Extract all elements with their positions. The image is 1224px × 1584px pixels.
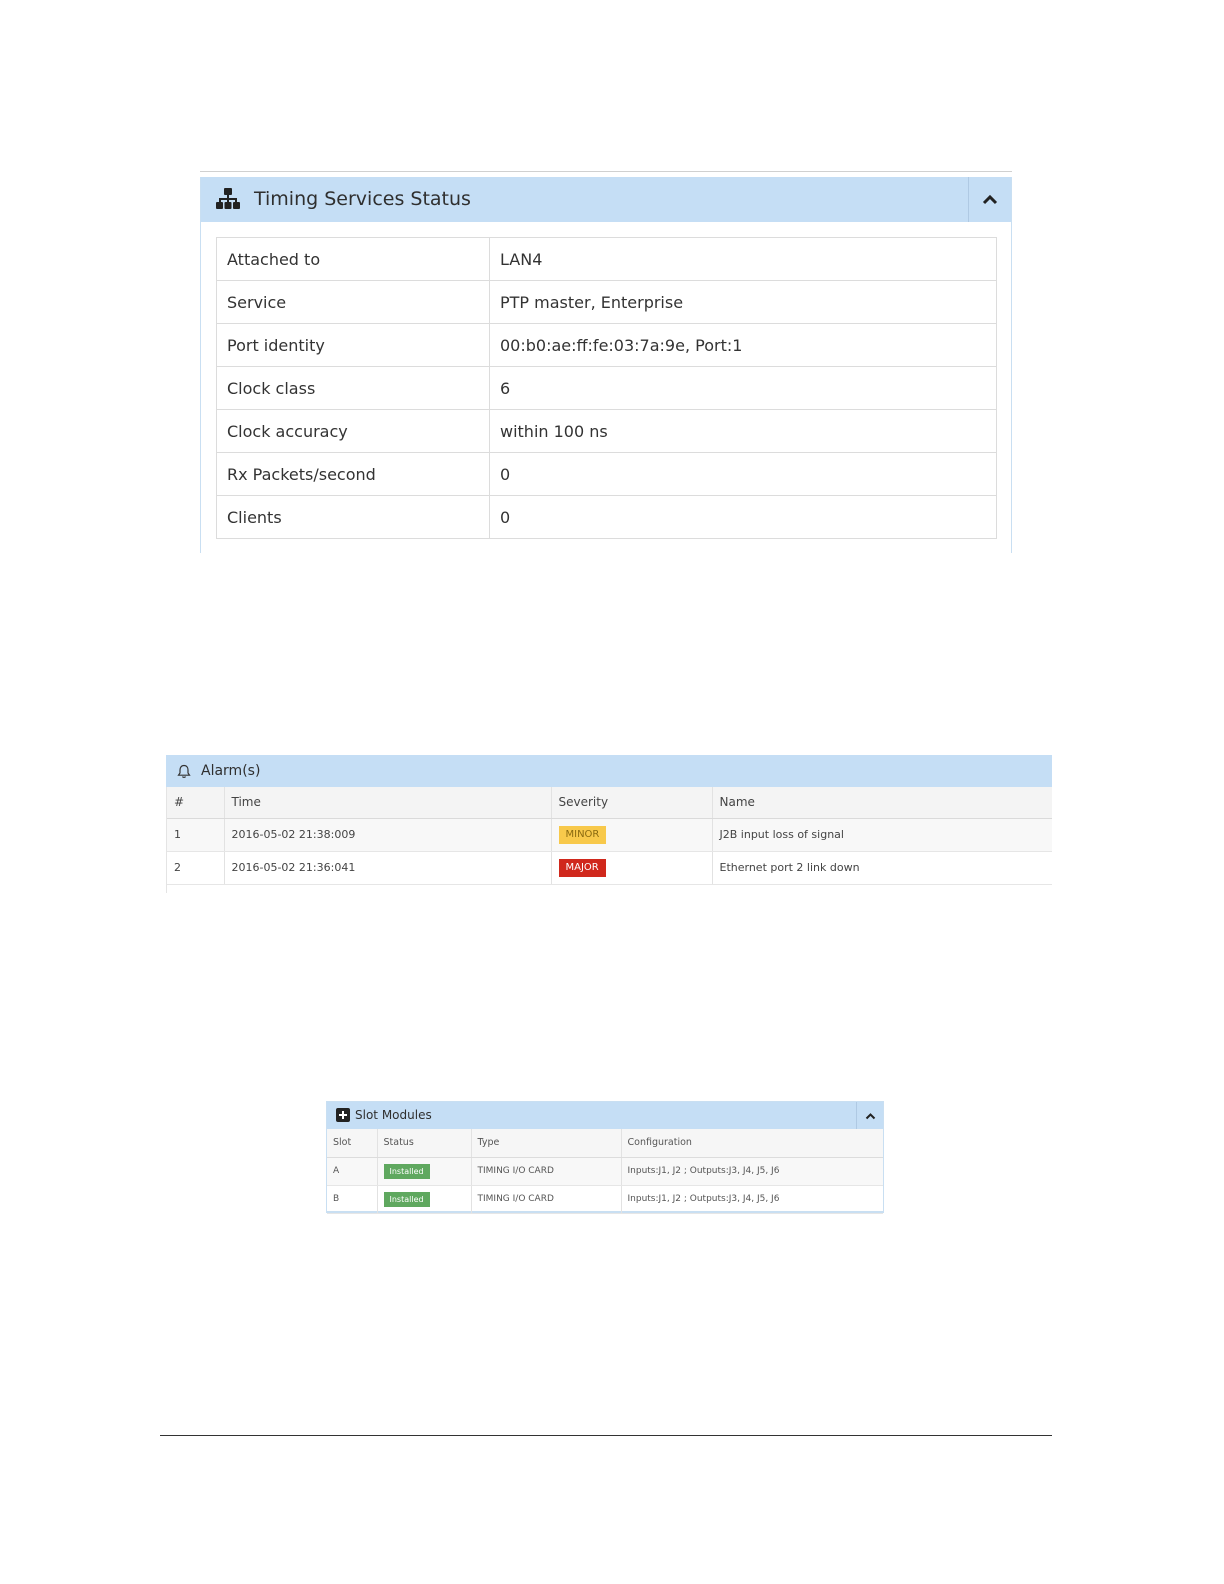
slot-status-cell: Installed [377,1185,472,1214]
row-value: 0 [489,495,997,539]
column-header-severity[interactable]: Severity [551,787,713,819]
status-badge-installed: Installed [383,1191,430,1207]
alarms-panel: Alarm(s) # Time Severity Name 1 2016-05-… [166,755,1052,893]
alarm-time: 2016-05-02 21:38:009 [224,818,552,852]
column-header-slot[interactable]: Slot [327,1129,378,1158]
row-value: PTP master, Enterprise [489,280,997,324]
slot-configuration: Inputs:J1, J2 ; Outputs:J3, J4, J5, J6 [621,1157,883,1186]
page-footer-divider [160,1435,1052,1436]
column-header-configuration[interactable]: Configuration [621,1129,883,1158]
table-row: Service PTP master, Enterprise [216,280,997,324]
alarms-panel-title: Alarm(s) [201,763,261,779]
timing-services-panel: Timing Services Status Attached to LAN4 … [200,177,1012,553]
timing-panel-title: Timing Services Status [254,188,471,210]
alarm-severity-cell: MAJOR [551,851,713,885]
alarm-number: 2 [167,851,225,885]
timing-panel-header: Timing Services Status [201,177,1011,222]
table-row[interactable]: A Installed TIMING I/O CARD Inputs:J1, J… [327,1157,883,1186]
column-header-number[interactable]: # [167,787,225,819]
row-label: Clock accuracy [216,409,490,453]
row-label: Rx Packets/second [216,452,490,496]
table-row[interactable]: B Installed TIMING I/O CARD Inputs:J1, J… [327,1185,883,1214]
alarms-table-container: # Time Severity Name 1 2016-05-02 21:38:… [166,787,1052,893]
bell-icon [177,764,191,778]
timing-panel-collapse-button[interactable] [968,177,1011,222]
table-header-row: Slot Status Type Configuration [327,1129,883,1158]
alarms-panel-header: Alarm(s) [166,755,1052,787]
slot-status-cell: Installed [377,1157,472,1186]
slot-modules-table: Slot Status Type Configuration A Install… [327,1129,883,1214]
slot-configuration: Inputs:J1, J2 ; Outputs:J3, J4, J5, J6 [621,1185,883,1214]
row-value: 6 [489,366,997,410]
timing-status-table: Attached to LAN4 Service PTP master, Ent… [216,237,997,539]
column-header-name[interactable]: Name [712,787,1052,819]
row-label: Clients [216,495,490,539]
chevron-up-icon [982,194,998,205]
row-label: Service [216,280,490,324]
row-label: Clock class [216,366,490,410]
alarm-number: 1 [167,818,225,852]
slot-panel-collapse-button[interactable] [856,1102,883,1129]
row-label: Attached to [216,237,490,281]
table-row: Rx Packets/second 0 [216,452,997,496]
table-row[interactable]: 2 2016-05-02 21:36:041 MAJOR Ethernet po… [167,851,1052,885]
row-value: 0 [489,452,997,496]
slot-id: B [327,1185,378,1214]
slot-panel-title: Slot Modules [355,1108,432,1122]
row-label: Port identity [216,323,490,367]
slot-modules-panel: Slot Modules Slot Status Type Configurat… [326,1101,884,1214]
slot-type: TIMING I/O CARD [471,1185,622,1214]
table-row[interactable]: 1 2016-05-02 21:38:009 MINOR J2B input l… [167,818,1052,852]
column-header-status[interactable]: Status [377,1129,472,1158]
column-header-type[interactable]: Type [471,1129,622,1158]
severity-badge-major: MAJOR [558,858,606,877]
panel-top-divider [200,171,1012,172]
row-value: 00:b0:ae:ff:fe:03:7a:9e, Port:1 [489,323,997,367]
column-header-time[interactable]: Time [224,787,552,819]
table-row: Clients 0 [216,495,997,539]
chevron-up-icon [865,1112,875,1119]
row-value: LAN4 [489,237,997,281]
severity-badge-minor: MINOR [558,825,607,844]
table-header-row: # Time Severity Name [167,787,1052,819]
alarm-severity-cell: MINOR [551,818,713,852]
table-row: Clock accuracy within 100 ns [216,409,997,453]
row-value: within 100 ns [489,409,997,453]
slot-id: A [327,1157,378,1186]
alarm-name: J2B input loss of signal [712,818,1052,852]
table-row: Clock class 6 [216,366,997,410]
slot-type: TIMING I/O CARD [471,1157,622,1186]
alarm-name: Ethernet port 2 link down [712,851,1052,885]
table-row: Port identity 00:b0:ae:ff:fe:03:7a:9e, P… [216,323,997,367]
sitemap-icon [216,188,240,209]
table-row: Attached to LAN4 [216,237,997,281]
alarms-table: # Time Severity Name 1 2016-05-02 21:38:… [167,787,1052,885]
alarm-time: 2016-05-02 21:36:041 [224,851,552,885]
plus-square-icon [336,1108,350,1122]
slot-panel-header: Slot Modules [327,1102,883,1129]
status-badge-installed: Installed [383,1163,430,1179]
